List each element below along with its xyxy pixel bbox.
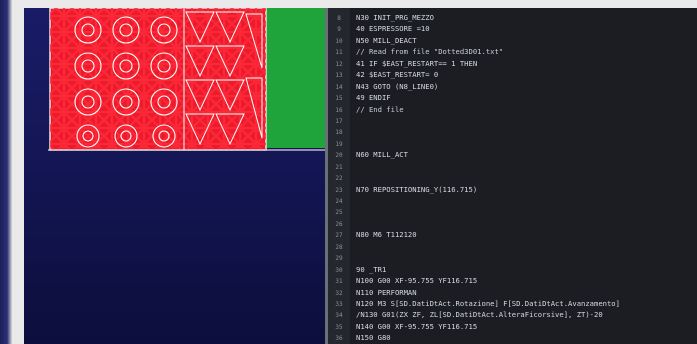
nesting-drawing <box>48 8 325 151</box>
code-line[interactable]: 34/N130 G01(ZX ZF, ZL[SD.DatiDtAct.Alter… <box>328 309 697 320</box>
code-line[interactable]: 35 N140 G00 XF-95.755 YF116.715 <box>328 321 697 332</box>
code-line[interactable]: 17 <box>328 115 697 126</box>
code-line[interactable]: 16// End file <box>328 104 697 115</box>
code-line[interactable]: 14 N43 GOTO (N8_LINE0) <box>328 81 697 92</box>
code-text: N70 REPOSITIONING_Y(116.715) <box>356 184 478 194</box>
left-window-edge <box>0 0 12 344</box>
code-lines: 8 N30 INIT_PRG_MEZZO 9 40 ESPRESSORE =10 10 N… <box>328 12 697 344</box>
code-text: N120 M3 S[SD.DatiDtAct.Rotazione] F[SD.D… <box>356 298 620 308</box>
code-line[interactable]: 22 <box>328 172 697 183</box>
code-line[interactable]: 12 41 IF $EAST_RESTART== 1 THEN <box>328 58 697 69</box>
code-text: N110 PERFORMAN <box>356 287 417 297</box>
code-text: 90 _TR1 <box>356 264 387 274</box>
code-text: N80 M6 T112120 <box>356 230 417 240</box>
code-text: 41 IF $EAST_RESTART== 1 THEN <box>356 58 478 68</box>
code-line[interactable]: 10 N50 MILL_DEACT <box>328 35 697 46</box>
code-line[interactable]: 23 N70 REPOSITIONING_Y(116.715) <box>328 184 697 195</box>
code-text: N30 INIT_PRG_MEZZO <box>356 13 434 22</box>
code-line[interactable]: 27 N80 M6 T112120 <box>328 229 697 240</box>
gcode-editor[interactable]: 8 N30 INIT_PRG_MEZZO 9 40 ESPRESSORE =10 10 N… <box>328 8 697 344</box>
code-text: 40 ESPRESSORE =10 <box>356 24 430 34</box>
code-line[interactable]: 15 49 ENDIF <box>328 92 697 103</box>
code-line[interactable]: 26 <box>328 218 697 229</box>
code-text: N100 G00 XF-95.755 YF116.715 <box>356 276 478 286</box>
code-line[interactable]: 19 <box>328 138 697 149</box>
code-text: /N130 G01(ZX ZF, ZL[SD.DatiDtAct.AlteraF… <box>356 310 603 320</box>
code-line[interactable]: 24 <box>328 195 697 206</box>
code-line[interactable]: 36 N150 G80 <box>328 332 697 343</box>
code-line[interactable]: 8 N30 INIT_PRG_MEZZO <box>328 12 697 23</box>
code-text: N140 G00 XF-95.755 YF116.715 <box>356 321 478 331</box>
code-line[interactable]: 30 90 _TR1 <box>328 264 697 275</box>
code-text: 42 $EAST_RESTART= 0 <box>356 70 439 80</box>
line-number: 36 <box>335 335 343 343</box>
code-line[interactable]: 9 40 ESPRESSORE =10 <box>328 23 697 34</box>
code-line[interactable]: 21 <box>328 161 697 172</box>
code-text: N150 G80 <box>356 333 391 343</box>
code-text: N50 MILL_DEACT <box>356 35 417 45</box>
code-line[interactable]: 11// Read from file "Dotted3D01.txt" <box>328 46 697 57</box>
workpiece-green-area <box>266 8 325 148</box>
code-line[interactable]: 13 42 $EAST_RESTART= 0 <box>328 69 697 80</box>
cad-viewport[interactable] <box>24 8 325 344</box>
code-line[interactable]: 28 <box>328 241 697 252</box>
code-line[interactable]: 29 <box>328 252 697 263</box>
code-text: 49 ENDIF <box>356 93 391 103</box>
code-line[interactable]: 25 <box>328 206 697 217</box>
code-text: N60 MILL_ACT <box>356 150 408 160</box>
code-line[interactable]: 33 N120 M3 S[SD.DatiDtAct.Rotazione] F[SD… <box>328 298 697 309</box>
code-text: // Read from file "Dotted3D01.txt" <box>356 47 504 57</box>
code-line[interactable]: 20 N60 MILL_ACT <box>328 149 697 160</box>
code-line[interactable]: 32 N110 PERFORMAN <box>328 287 697 298</box>
code-text: N43 GOTO (N8_LINE0) <box>356 81 439 91</box>
code-line[interactable]: 31 N100 G00 XF-95.755 YF116.715 <box>328 275 697 286</box>
code-text: // End file <box>356 104 404 114</box>
code-line[interactable]: 18 <box>328 126 697 137</box>
